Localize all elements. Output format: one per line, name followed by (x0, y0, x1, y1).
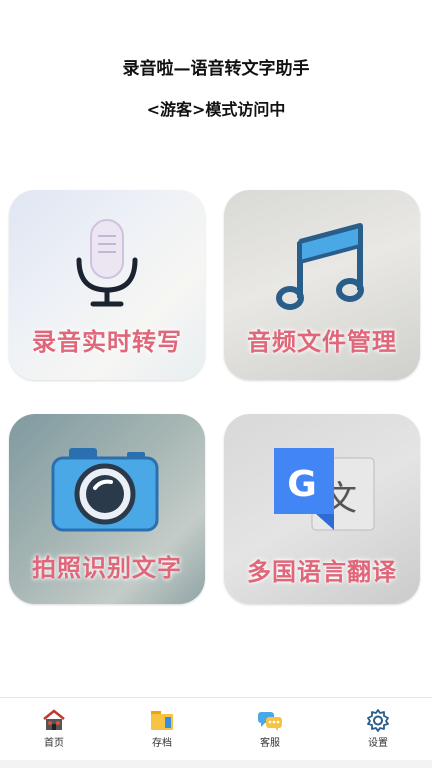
customer-service-icon (258, 712, 282, 731)
app-header: 录音啦—语音转文字助手 <游客>模式访问中 (0, 0, 432, 150)
photo-ocr-card[interactable]: 拍照识别文字 (9, 414, 205, 604)
card-label: 拍照识别文字 (32, 554, 182, 582)
home-icon (43, 709, 65, 730)
microphone-icon (76, 219, 138, 307)
archive-icon (151, 711, 173, 730)
bottom-tab-bar: 首页 存档 客服 设置 (0, 697, 432, 761)
system-nav-strip (0, 760, 432, 768)
tab-settings[interactable]: 设置 (324, 704, 432, 754)
page-title: 录音啦—语音转文字助手 (122, 59, 310, 79)
music-note-icon (276, 223, 364, 310)
multi-language-translate-card[interactable]: 文 G 多国语言翻译 (224, 414, 420, 604)
record-transcribe-card[interactable]: 录音实时转写 (9, 190, 205, 380)
tab-label: 存档 (152, 738, 172, 749)
tab-label: 客服 (260, 738, 280, 749)
tab-customer-service[interactable]: 客服 (216, 704, 324, 754)
card-label: 多国语言翻译 (247, 558, 397, 586)
svg-text:G: G (287, 464, 317, 505)
guest-mode-notice: <游客>模式访问中 (146, 100, 286, 119)
gear-icon (367, 709, 389, 732)
audio-file-manage-card[interactable]: 音频文件管理 (224, 190, 420, 380)
translate-icon: 文 G (274, 448, 375, 531)
card-label: 音频文件管理 (247, 328, 397, 356)
tab-home[interactable]: 首页 (0, 704, 108, 754)
tab-label: 设置 (368, 738, 388, 749)
tab-archive[interactable]: 存档 (108, 704, 216, 754)
card-label: 录音实时转写 (32, 328, 182, 356)
camera-icon (51, 448, 159, 532)
tab-label: 首页 (44, 738, 64, 749)
